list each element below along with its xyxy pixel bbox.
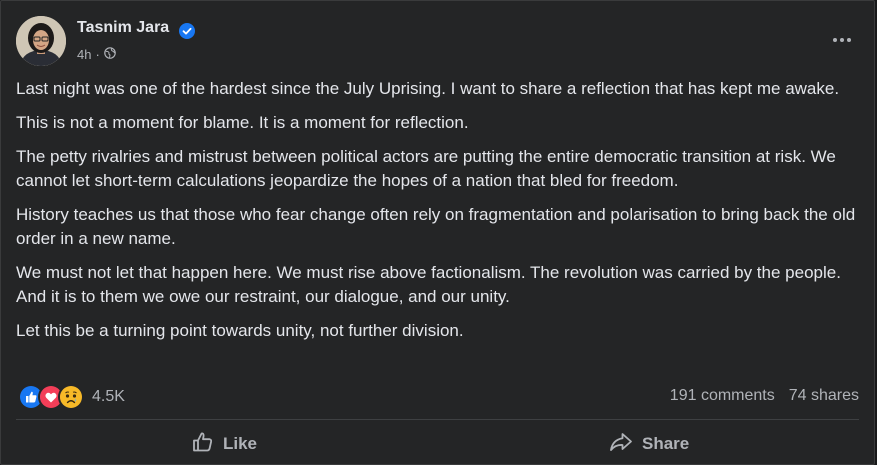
sad-reaction-icon xyxy=(58,384,84,410)
author-name[interactable]: Tasnim Jara xyxy=(77,19,169,37)
actions-divider xyxy=(16,419,859,420)
post-paragraph: The petty rivalries and mistrust between… xyxy=(16,147,836,190)
globe-icon xyxy=(104,47,116,62)
more-options-icon xyxy=(832,30,852,48)
shares-count[interactable]: 74 shares xyxy=(789,387,859,405)
post-paragraph: Last night was one of the hardest since … xyxy=(16,79,840,98)
post-body: Last night was one of the hardest since … xyxy=(16,77,866,353)
post-paragraph: This is not a moment for blame. It is a … xyxy=(16,113,469,132)
post-meta: 4h · xyxy=(77,47,116,62)
engagement-stats: 191 comments 74 shares xyxy=(670,387,859,405)
comments-count[interactable]: 191 comments xyxy=(670,387,775,405)
verified-badge-icon xyxy=(179,23,195,39)
like-label: Like xyxy=(223,434,258,453)
reactions-summary[interactable]: 4.5K xyxy=(18,384,125,410)
post-paragraph: Let this be a turning point towards unit… xyxy=(16,321,464,340)
post-paragraph: History teaches us that those who fear c… xyxy=(16,205,856,248)
like-button[interactable]: Like xyxy=(191,429,257,459)
thumbs-up-icon xyxy=(191,430,215,459)
share-arrow-icon xyxy=(608,430,634,459)
post-time[interactable]: 4h xyxy=(77,47,91,62)
post-paragraph: We must not let that happen here. We mus… xyxy=(16,263,841,306)
post-card: Tasnim Jara 4h · Last night was one of t… xyxy=(0,0,875,465)
share-button[interactable]: Share xyxy=(608,429,689,459)
more-options-button[interactable] xyxy=(830,27,854,51)
reaction-count: 4.5K xyxy=(92,388,125,405)
share-label: Share xyxy=(642,434,690,453)
author-avatar[interactable] xyxy=(16,16,66,66)
